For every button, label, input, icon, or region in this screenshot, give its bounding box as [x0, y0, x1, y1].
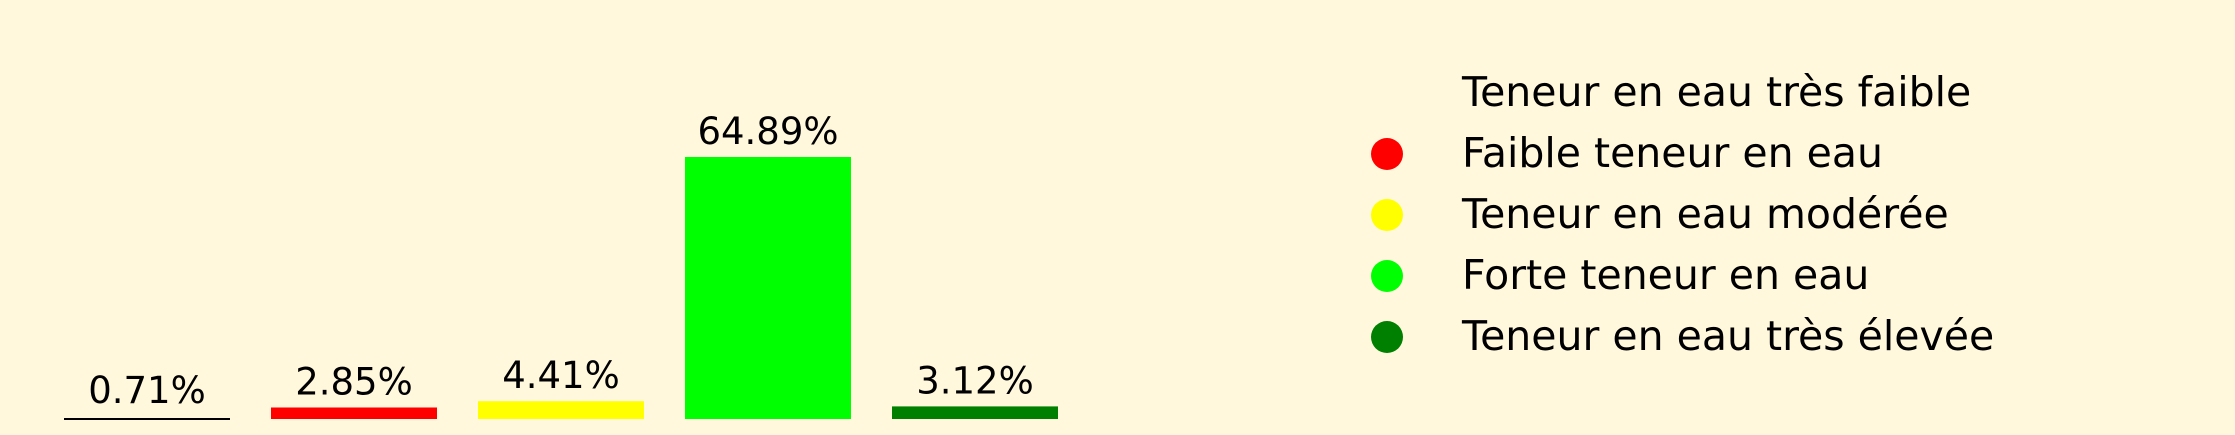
- legend-label-4: Teneur en eau très élevée: [1461, 312, 1994, 360]
- bar-3: [685, 157, 851, 419]
- legend-swatch-0: [1371, 77, 1403, 109]
- bar-1: [271, 407, 437, 419]
- bar-value-label-1: 2.85%: [295, 360, 413, 403]
- legend-label-0: Teneur en eau très faible: [1461, 68, 1971, 116]
- bar-4: [892, 406, 1058, 419]
- legend-swatch-4: [1371, 321, 1403, 353]
- legend: Teneur en eau très faible Faible teneur e…: [1371, 68, 1994, 360]
- legend-label-1: Faible teneur en eau: [1462, 129, 1883, 177]
- legend-swatch-2: [1371, 199, 1403, 231]
- legend-swatch-1: [1371, 138, 1403, 170]
- bar-value-label-4: 3.12%: [916, 359, 1034, 402]
- bar-value-label-3: 64.89%: [697, 110, 838, 153]
- legend-label-3: Forte teneur en eau: [1462, 251, 1869, 299]
- legend-label-2: Teneur en eau modérée: [1461, 190, 1949, 238]
- bars-layer: 0.71% 2.85% 4.41% 64.89% 3.12%: [64, 110, 1058, 420]
- bar-value-label-0: 0.71%: [88, 369, 206, 412]
- bar-2: [478, 401, 644, 419]
- bar-value-label-2: 4.41%: [502, 354, 620, 397]
- chart-root: 0.71% 2.85% 4.41% 64.89% 3.12% Teneur en eau…: [0, 0, 2235, 435]
- legend-swatch-3: [1371, 260, 1403, 292]
- bar-chart: 0.71% 2.85% 4.41% 64.89% 3.12% Teneur en eau…: [64, 68, 1994, 420]
